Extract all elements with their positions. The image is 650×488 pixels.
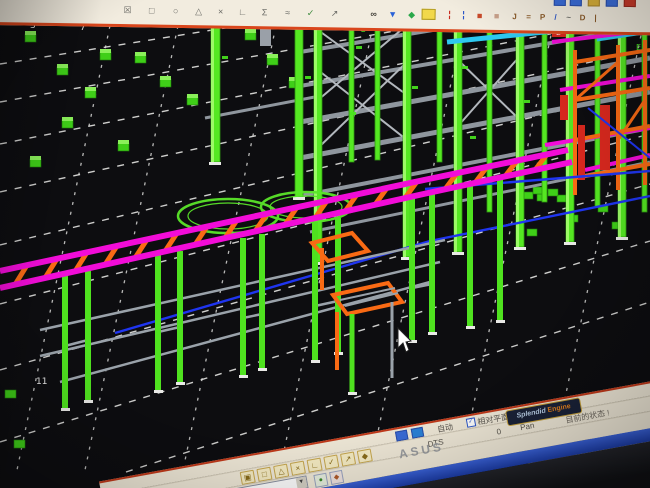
coordinate-readout: 0 [496,427,502,437]
combo-dropdown-arrow[interactable]: ▾ [296,476,308,488]
upper-toolbar-icon[interactable] [554,0,566,6]
blue-pin-icon[interactable]: ¦ [458,8,470,20]
red-chip-icon[interactable]: ■ [474,10,486,22]
upper-toolbar-icon[interactable] [624,0,636,7]
bolt-tool-1-icon[interactable]: J [508,11,520,23]
row3-icon-6[interactable]: ◆ [329,470,344,485]
angle-tool-icon[interactable]: ∟ [237,6,249,18]
bolt-tool-2-icon[interactable]: = [522,11,534,23]
sticker-word-2: Engine [547,403,571,414]
upper-toolbar-icon[interactable] [570,0,582,6]
filter-funnel-icon[interactable]: ▼ [387,8,399,20]
bolt-tool-3-icon[interactable]: P [536,12,548,24]
triangle-tool-icon[interactable]: △ [193,5,205,17]
wave-tool-icon[interactable]: ≈ [282,7,294,19]
circle-tool-icon[interactable]: ○ [170,5,182,17]
note-icon[interactable] [422,9,436,20]
binoculars-icon[interactable]: ∞ [368,8,380,20]
check-tool-icon[interactable]: ✓ [305,7,317,19]
grid-label-11: 11 [36,377,47,387]
orange-subframe[interactable] [312,233,402,395]
row3-icon-5[interactable]: ● [313,473,328,488]
bolt-tool-4-icon[interactable]: / [549,12,561,24]
faded-chip-icon[interactable]: ■ [490,10,502,22]
upper-toolbar-icon[interactable] [606,0,618,7]
arrow-tool-icon[interactable]: ↗ [329,7,341,19]
monitor-photo: 3 7 11 C E 2 □ □ / ☒ □ ○ △ × ∟ Σ ≈ ✓ ↗ ∞ [0,0,650,488]
delete-tool-icon[interactable]: × [215,5,227,17]
snap-star-icon[interactable]: ◆ [406,8,418,20]
bolt-tool-6-icon[interactable]: D [576,12,588,24]
upper-toolbar-icon[interactable] [588,0,600,7]
bolt-tool-5-icon[interactable]: ~ [562,12,574,24]
sum-tool-icon[interactable]: Σ [259,6,271,18]
crossed-box-icon[interactable]: ☒ [122,4,134,16]
member-label-e: E [636,43,641,52]
bolt-tool-7-icon[interactable]: | [589,12,601,24]
sticker-word-1: Splendid [516,408,546,420]
relative-plane-checkbox[interactable]: ✓ [466,417,476,427]
rectangle-tool-icon[interactable]: □ [146,4,158,16]
red-pin-icon[interactable]: ¦ [444,8,456,20]
rack-columns[interactable] [61,179,505,411]
